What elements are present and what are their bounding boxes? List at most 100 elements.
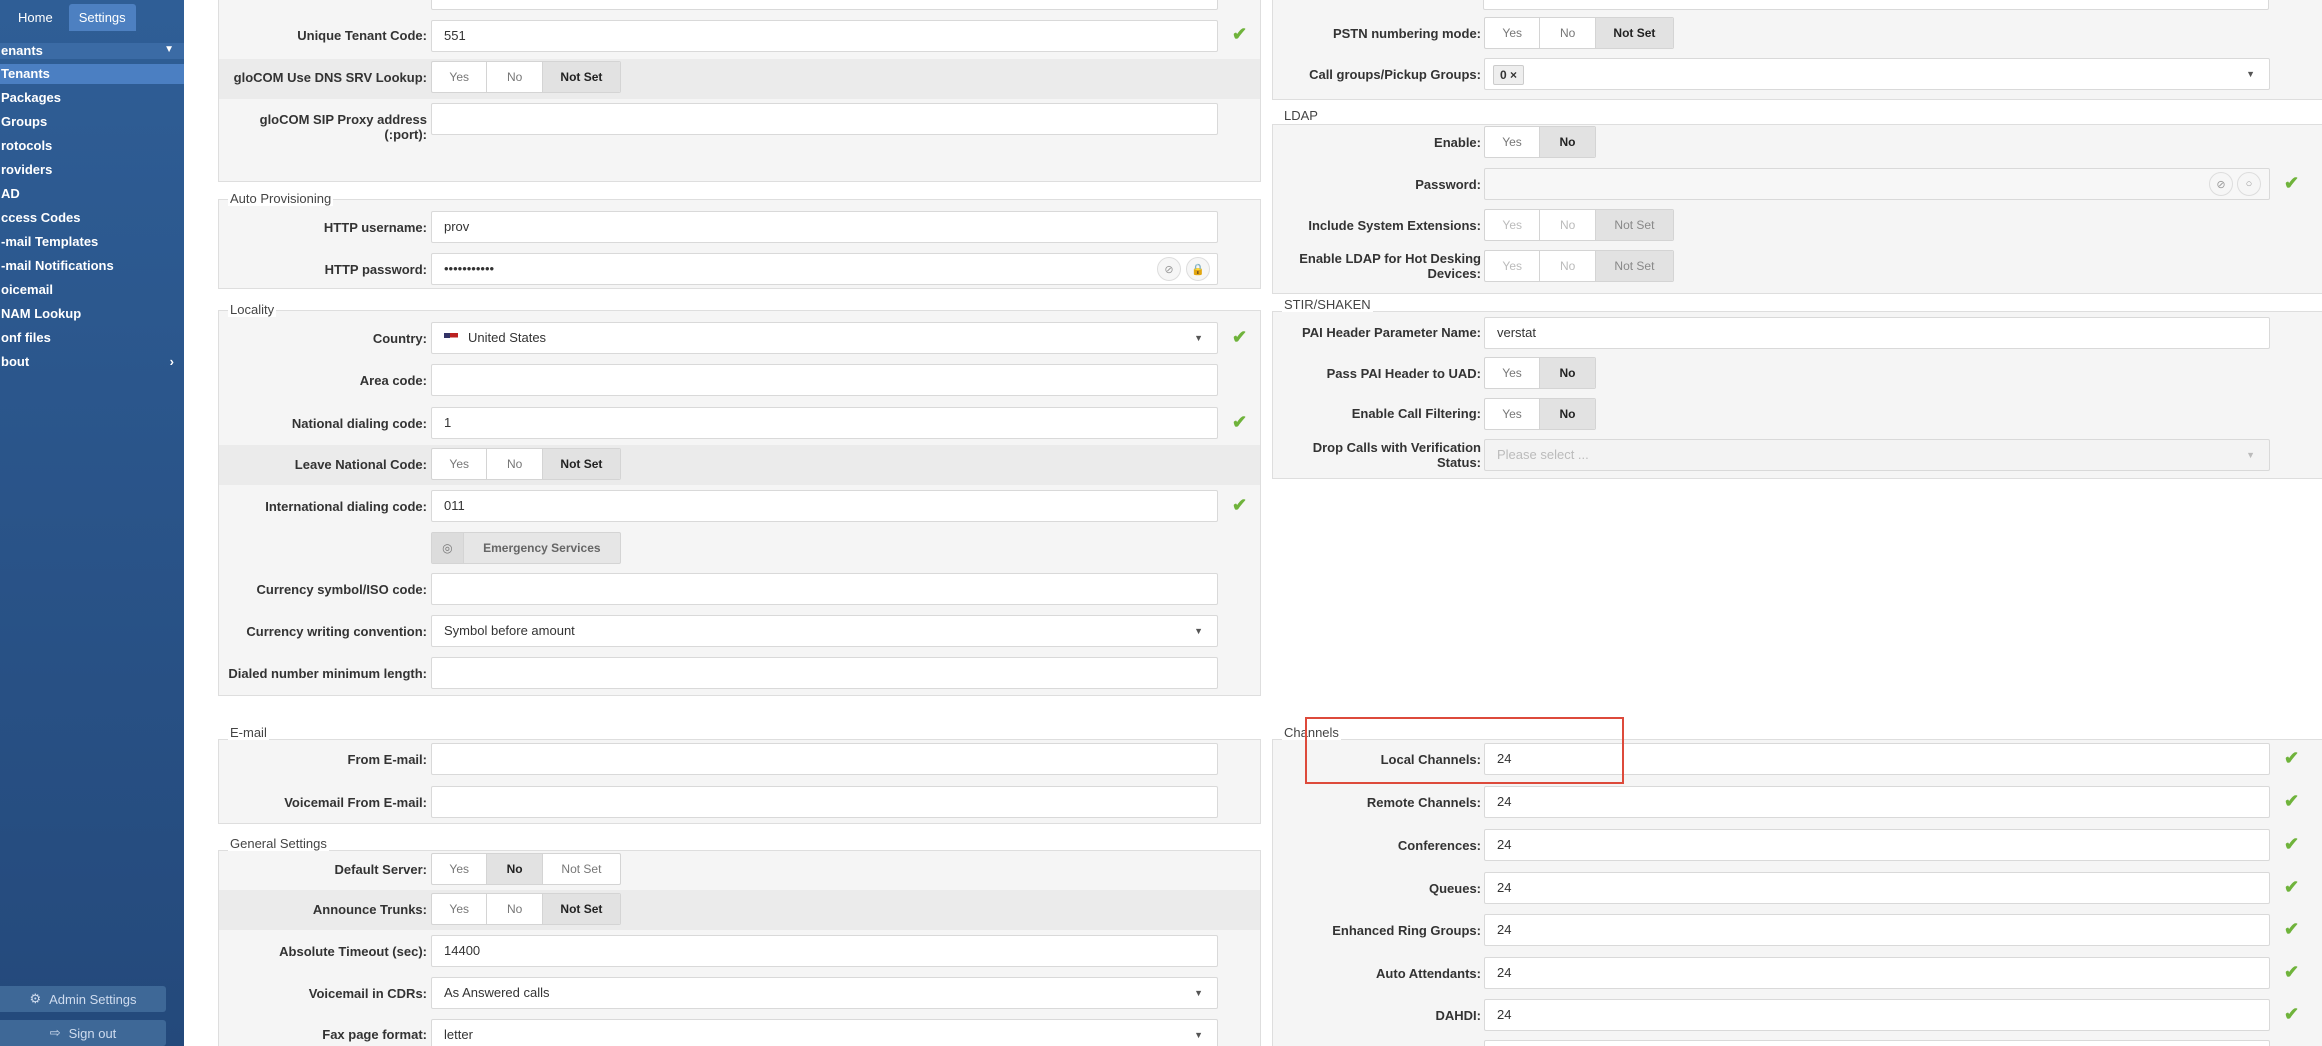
no-option[interactable]: No (1540, 399, 1595, 429)
yes-option[interactable]: Yes (1485, 399, 1541, 429)
sidebar-item-protocols[interactable]: rotocols (0, 136, 184, 156)
call-group-tag[interactable]: 0 × (1493, 65, 1525, 85)
http-username-input[interactable]: prov (431, 211, 1218, 243)
announce-trunks-toggle[interactable]: Yes No Not Set (431, 893, 621, 925)
call-filtering-toggle[interactable]: Yes No (1484, 398, 1596, 430)
not-set-option[interactable]: Not Set (542, 894, 620, 924)
eye-slash-icon[interactable]: ⊘ (1157, 257, 1181, 281)
sidebar-item-conf-files[interactable]: onf files (0, 328, 184, 348)
sidebar-section-tenants[interactable]: enants ▼ (0, 43, 184, 59)
yes-option[interactable]: Yes (432, 894, 488, 924)
yes-option[interactable]: Yes (1485, 358, 1541, 388)
auto-attendants-input[interactable]: 24 (1484, 957, 2270, 989)
yes-option[interactable]: Yes (1485, 18, 1541, 48)
from-email-input[interactable] (431, 743, 1218, 775)
dialed-min-length-input[interactable] (431, 657, 1218, 689)
sidebar-item-providers[interactable]: roviders (0, 160, 184, 180)
no-option[interactable]: No (1540, 18, 1596, 48)
no-option[interactable]: No (1540, 210, 1596, 240)
not-set-option[interactable]: Not Set (542, 449, 620, 479)
yes-option[interactable]: Yes (432, 62, 488, 92)
admin-settings-button[interactable]: ⚙ Admin Settings (0, 986, 166, 1012)
not-set-option[interactable]: Not Set (543, 854, 620, 884)
top-field[interactable] (431, 0, 1218, 10)
sign-out-button[interactable]: ⇨ Sign out (0, 1020, 166, 1046)
http-password-input[interactable]: ••••••••••• (431, 253, 1218, 285)
lock-icon[interactable]: 🔒 (1186, 257, 1210, 281)
international-dialing-code-input[interactable]: 011 (431, 490, 1218, 522)
no-option[interactable]: No (1540, 251, 1596, 281)
sidebar-item-access-codes[interactable]: ccess Codes (0, 208, 184, 228)
voicemail-from-email-label: Voicemail From E-mail: (284, 795, 427, 810)
leave-national-code-toggle[interactable]: Yes No Not Set (431, 448, 621, 480)
tab-settings[interactable]: Settings (68, 3, 136, 31)
no-option[interactable]: No (1540, 127, 1595, 157)
lock-icon[interactable]: ○ (2237, 172, 2261, 196)
no-option[interactable]: No (487, 449, 543, 479)
general-settings-legend: General Settings (228, 836, 329, 851)
fax-page-format-select[interactable]: letter ▼ (431, 1019, 1218, 1046)
include-system-extensions-toggle[interactable]: Yes No Not Set (1484, 209, 1674, 241)
voicemail-cdrs-label: Voicemail in CDRs: (308, 986, 427, 1001)
remote-channels-input[interactable]: 24 (1484, 786, 2270, 818)
top-right-field[interactable] (1483, 0, 2269, 10)
voicemail-from-email-input[interactable] (431, 786, 1218, 818)
emergency-services-button[interactable]: ◎ Emergency Services (431, 532, 621, 564)
not-set-option[interactable]: Not Set (1595, 18, 1673, 48)
pass-pai-header-toggle[interactable]: Yes No (1484, 357, 1596, 389)
yes-option[interactable]: Yes (1485, 127, 1541, 157)
call-groups-select[interactable]: 0 × ▼ (1484, 58, 2270, 90)
country-select[interactable]: United States ▼ (431, 322, 1218, 354)
tab-home[interactable]: Home (8, 4, 63, 31)
enhanced-ring-groups-input[interactable]: 24 (1484, 914, 2270, 946)
check-icon: ✔ (1232, 24, 1248, 44)
unique-tenant-code-input[interactable]: 551 (431, 20, 1218, 52)
from-email-label: From E-mail: (347, 752, 427, 767)
sidebar-item-email-templates[interactable]: -mail Templates (0, 232, 184, 252)
no-option[interactable]: No (1540, 358, 1595, 388)
sidebar-item-groups[interactable]: Groups (0, 112, 184, 132)
dns-srv-toggle[interactable]: Yes No Not Set (431, 61, 621, 93)
sidebar-item-uad[interactable]: AD (0, 184, 184, 204)
lifebuoy-icon: ◎ (432, 533, 464, 563)
area-code-input[interactable] (431, 364, 1218, 396)
no-option[interactable]: No (487, 854, 543, 884)
not-set-option[interactable]: Not Set (1595, 251, 1673, 281)
dahdi-input[interactable]: 24 (1484, 999, 2270, 1031)
yes-option[interactable]: Yes (432, 854, 488, 884)
sidebar-item-about[interactable]: bout › (0, 352, 184, 372)
pstn-numbering-label: PSTN numbering mode: (1332, 26, 1481, 41)
default-server-toggle[interactable]: Yes No Not Set (431, 853, 621, 885)
drop-calls-select[interactable]: Please select ... ▼ (1484, 439, 2270, 471)
pai-header-name-label: PAI Header Parameter Name: (1302, 325, 1481, 340)
conferences-input[interactable]: 24 (1484, 829, 2270, 861)
yes-option[interactable]: Yes (1485, 210, 1541, 240)
pstn-numbering-toggle[interactable]: Yes No Not Set (1484, 17, 1674, 49)
eye-slash-icon[interactable]: ⊘ (2209, 172, 2233, 196)
http-password-label: HTTP password: (324, 262, 427, 277)
ldap-hot-desking-toggle[interactable]: Yes No Not Set (1484, 250, 1674, 282)
sip-proxy-input[interactable] (431, 103, 1218, 135)
not-set-option[interactable]: Not Set (542, 62, 620, 92)
currency-convention-select[interactable]: Symbol before amount ▼ (431, 615, 1218, 647)
sidebar-item-tenants[interactable]: Tenants (0, 64, 184, 84)
ldap-password-input[interactable] (1484, 168, 2270, 200)
no-option[interactable]: No (487, 62, 543, 92)
absolute-timeout-input[interactable]: 14400 (431, 935, 1218, 967)
sidebar-item-email-notifications[interactable]: -mail Notifications (0, 256, 184, 276)
yes-option[interactable]: Yes (432, 449, 488, 479)
next-channel-input[interactable] (1484, 1040, 2270, 1046)
voicemail-cdrs-select[interactable]: As Answered calls ▼ (431, 977, 1218, 1009)
sidebar-item-packages[interactable]: Packages (0, 88, 184, 108)
check-icon: ✔ (2284, 748, 2300, 768)
national-dialing-code-input[interactable]: 1 (431, 407, 1218, 439)
not-set-option[interactable]: Not Set (1595, 210, 1673, 240)
sidebar-item-voicemail[interactable]: oicemail (0, 280, 184, 300)
no-option[interactable]: No (487, 894, 543, 924)
pai-header-name-input[interactable]: verstat (1484, 317, 2270, 349)
yes-option[interactable]: Yes (1485, 251, 1541, 281)
ldap-enable-toggle[interactable]: Yes No (1484, 126, 1596, 158)
sidebar-item-cnam-lookup[interactable]: NAM Lookup (0, 304, 184, 324)
queues-input[interactable]: 24 (1484, 872, 2270, 904)
currency-symbol-input[interactable] (431, 573, 1218, 605)
